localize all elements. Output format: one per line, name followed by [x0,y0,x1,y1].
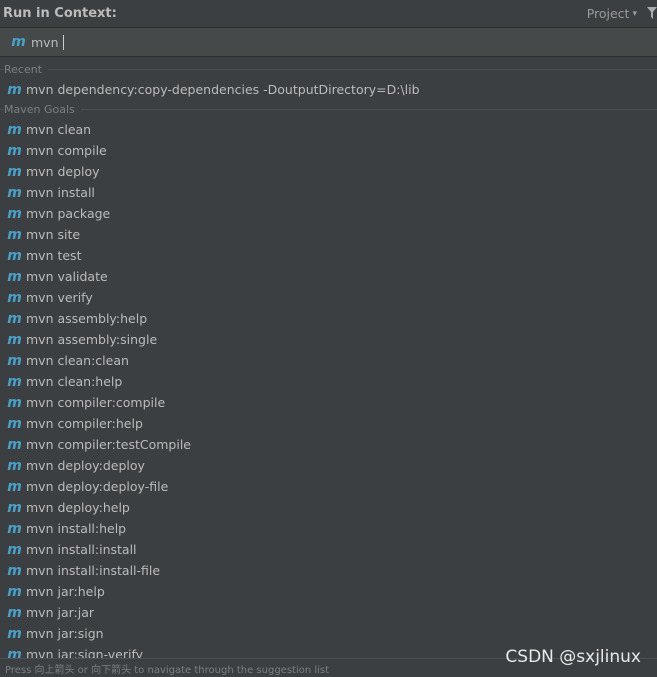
list-item[interactable]: m mvn jar:sign [0,623,657,644]
maven-icon: m [7,331,22,348]
group-separator [0,109,657,110]
list-item[interactable]: m mvn compiler:help [0,413,657,434]
list-item-label: mvn jar:sign [26,626,104,641]
list-item-label: mvn clean:help [26,374,123,389]
list-item-label: mvn install [26,185,95,200]
maven-icon: m [7,268,22,285]
list-item-label: mvn clean [26,122,92,137]
project-dropdown[interactable]: Project ▾ [587,6,637,21]
list-item[interactable]: m mvn dependency:copy-dependencies -Dout… [0,79,657,100]
list-item[interactable]: m mvn verify [0,287,657,308]
group-separator [0,69,657,70]
maven-icon: m [7,562,22,579]
group-header-maven-goals: Maven Goals [0,100,657,119]
list-item[interactable]: m mvn jar:jar [0,602,657,623]
list-item-label: mvn deploy:deploy-file [26,479,169,494]
list-item-label: mvn clean:clean [26,353,129,368]
group-label: Recent [4,63,49,76]
list-item[interactable]: m mvn deploy:deploy [0,455,657,476]
maven-icon: m [7,373,22,390]
maven-icon: m [7,394,22,411]
maven-icon: m [7,205,22,222]
list-item-label: mvn verify [26,290,93,305]
maven-icon: m [7,310,22,327]
maven-icon: m [7,352,22,369]
list-item[interactable]: m mvn clean:clean [0,350,657,371]
list-item-label: mvn assembly:help [26,311,148,326]
maven-icon: m [7,499,22,516]
list-item-label: mvn dependency:copy-dependencies -Doutpu… [26,82,420,97]
list-item-label: mvn jar:help [26,584,105,599]
maven-icon: m [7,163,22,180]
maven-icon: m [7,541,22,558]
suggestion-list: Recent m mvn dependency:copy-dependencie… [0,60,657,665]
list-item-label: mvn deploy:help [26,500,130,515]
run-in-context-popup: Run in Context: Project ▾ m mvn Recent m… [0,0,657,677]
navigation-hint: Press 向上箭头 or 向下箭头 to navigate through t… [5,664,330,676]
list-item-label: mvn compile [26,143,107,158]
list-item[interactable]: m mvn deploy:help [0,497,657,518]
list-item-label: mvn install:help [26,521,127,536]
maven-icon: m [7,121,22,138]
list-item[interactable]: m mvn install [0,182,657,203]
list-item[interactable]: m mvn package [0,203,657,224]
search-bar: m mvn [0,28,657,57]
list-item[interactable]: m mvn assembly:single [0,329,657,350]
list-item[interactable]: m mvn deploy:deploy-file [0,476,657,497]
list-item-label: mvn package [26,206,111,221]
chevron-down-icon: ▾ [632,8,637,19]
maven-icon: m [7,184,22,201]
maven-icon: m [7,247,22,264]
list-item[interactable]: m mvn install:install-file [0,560,657,581]
list-item-label: mvn install:install-file [26,563,161,578]
list-item-label: mvn assembly:single [26,332,158,347]
list-item[interactable]: m mvn install:help [0,518,657,539]
list-item-label: mvn deploy:deploy [26,458,145,473]
list-item-label: mvn site [26,227,81,242]
maven-icon: m [7,604,22,621]
group-label: Maven Goals [4,103,81,116]
list-item[interactable]: m mvn compiler:compile [0,392,657,413]
list-item[interactable]: m mvn clean:help [0,371,657,392]
maven-icon: m [7,289,22,306]
list-item-label: mvn compiler:help [26,416,143,431]
search-input[interactable]: mvn [31,35,59,50]
list-item-label: mvn compiler:compile [26,395,166,410]
list-item[interactable]: m mvn deploy [0,161,657,182]
filter-icon[interactable] [647,7,657,19]
maven-icon: m [7,625,22,642]
maven-icon: m [7,457,22,474]
popup-title: Run in Context: [3,6,117,21]
maven-icon: m [7,415,22,432]
group-header-recent: Recent [0,60,657,79]
list-item-label: mvn validate [26,269,108,284]
maven-icon: m [7,478,22,495]
watermark: CSDN @sxjlinux [505,647,641,667]
project-dropdown-label: Project [586,6,630,21]
maven-icon: m [7,583,22,600]
maven-icon: m [7,81,22,98]
maven-icon: m [7,436,22,453]
list-item[interactable]: m mvn test [0,245,657,266]
list-item-label: mvn jar:jar [26,605,95,620]
list-item-label: mvn deploy [26,164,100,179]
list-item[interactable]: m mvn assembly:help [0,308,657,329]
list-item[interactable]: m mvn compile [0,140,657,161]
list-item-label: mvn test [26,248,82,263]
list-item[interactable]: m mvn site [0,224,657,245]
maven-icon: m [7,520,22,537]
text-cursor [62,34,64,50]
list-item[interactable]: m mvn install:install [0,539,657,560]
maven-icon: m [7,226,22,243]
list-item-label: mvn install:install [26,542,137,557]
list-item[interactable]: m mvn compiler:testCompile [0,434,657,455]
popup-header: Run in Context: Project ▾ [0,0,657,28]
list-item-label: mvn compiler:testCompile [26,437,191,452]
list-item[interactable]: m mvn validate [0,266,657,287]
list-item[interactable]: m mvn clean [0,119,657,140]
maven-icon: m [7,142,22,159]
maven-icon: m [11,34,26,50]
list-item[interactable]: m mvn jar:help [0,581,657,602]
